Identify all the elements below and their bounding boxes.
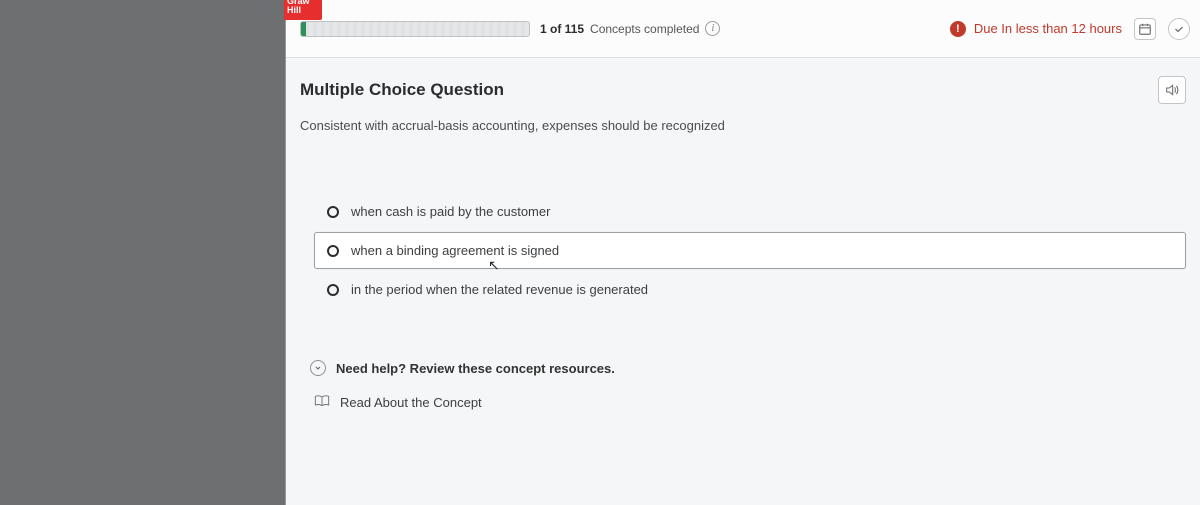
left-gutter: [0, 0, 285, 505]
option-3[interactable]: in the period when the related revenue i…: [314, 271, 1186, 308]
audio-button[interactable]: [1158, 76, 1186, 104]
option-label: in the period when the related revenue i…: [351, 282, 648, 297]
question-type-label: Multiple Choice Question: [300, 80, 504, 100]
radio-icon: [327, 284, 339, 296]
progress-fill: [301, 22, 306, 36]
options-list: when cash is paid by the customer when a…: [286, 153, 1200, 320]
brand-line2: Hill: [287, 6, 319, 15]
due-text: Due In less than 12 hours: [974, 21, 1122, 36]
question-prompt: Consistent with accrual-basis accounting…: [286, 114, 1200, 153]
top-bar: 1 of 115 Concepts completed i ! Due In l…: [286, 0, 1200, 58]
help-section: Need help? Review these concept resource…: [286, 320, 1200, 421]
info-icon[interactable]: i: [705, 21, 720, 36]
brand-logo: Graw Hill: [284, 0, 322, 20]
radio-icon: [327, 245, 339, 257]
calendar-icon[interactable]: [1134, 18, 1156, 40]
progress-label: Concepts completed: [590, 22, 699, 36]
option-1[interactable]: when cash is paid by the customer: [314, 193, 1186, 230]
alert-icon: !: [950, 21, 966, 37]
resource-link[interactable]: Read About the Concept: [310, 376, 1186, 411]
check-round-icon[interactable]: [1168, 18, 1190, 40]
radio-icon: [327, 206, 339, 218]
option-label: when a binding agreement is signed: [351, 243, 559, 258]
help-title-text: Need help? Review these concept resource…: [336, 361, 615, 376]
speaker-icon: [1164, 82, 1180, 98]
progress-group: 1 of 115 Concepts completed i: [300, 21, 720, 37]
book-icon: [314, 394, 330, 411]
progress-text: 1 of 115 Concepts completed i: [540, 21, 720, 36]
resource-label: Read About the Concept: [340, 395, 482, 410]
title-row: Multiple Choice Question: [286, 58, 1200, 114]
app-frame: 1 of 115 Concepts completed i ! Due In l…: [285, 0, 1200, 505]
option-2[interactable]: when a binding agreement is signed ↖: [314, 232, 1186, 269]
option-label: when cash is paid by the customer: [351, 204, 550, 219]
help-toggle[interactable]: Need help? Review these concept resource…: [310, 360, 1186, 376]
progress-count: 1 of 115: [540, 22, 584, 36]
top-right-group: ! Due In less than 12 hours: [950, 0, 1190, 57]
progress-bar[interactable]: [300, 21, 530, 37]
chevron-down-icon: [310, 360, 326, 376]
due-indicator: ! Due In less than 12 hours: [950, 21, 1122, 37]
